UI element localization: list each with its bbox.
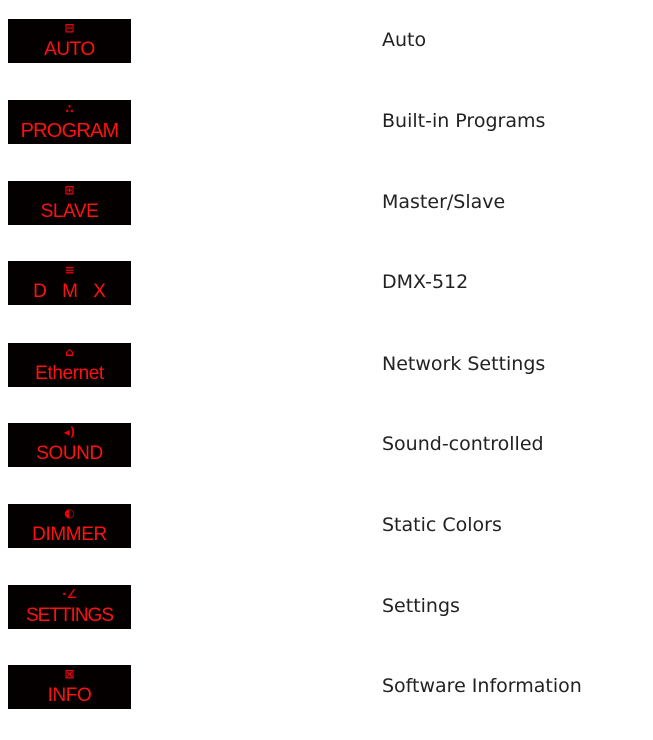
ethernet-icon: ⌂ bbox=[65, 345, 74, 359]
slave-description: Master/Slave bbox=[382, 191, 506, 213]
settings-tile-label: SETTINGS bbox=[25, 605, 114, 626]
auto-button[interactable]: ⊟ AUTO bbox=[8, 19, 131, 63]
menu-item-ethernet: ⌂ Ethernet Network Settings bbox=[0, 343, 653, 387]
dmx-mode-icon: ≡ bbox=[64, 263, 75, 277]
menu-item-dmx: ≡ D M X DMX-512 bbox=[0, 261, 653, 305]
sound-icon: ◂) bbox=[63, 425, 76, 439]
menu-item-auto: ⊟ AUTO Auto bbox=[0, 19, 653, 63]
auto-tile-label: AUTO bbox=[44, 39, 95, 60]
auto-mode-icon: ⊟ bbox=[64, 21, 75, 35]
menu-item-sound: ◂) SOUND Sound-controlled bbox=[0, 423, 653, 467]
info-description: Software Information bbox=[382, 675, 582, 697]
ethernet-tile-label: Ethernet bbox=[35, 363, 104, 384]
sound-button[interactable]: ◂) SOUND bbox=[8, 423, 131, 467]
menu-item-dimmer: ◐ DIMMER Static Colors bbox=[0, 504, 653, 548]
program-description: Built-in Programs bbox=[382, 110, 546, 132]
dmx-description: DMX-512 bbox=[382, 271, 469, 293]
menu-item-info: ⊠ INFO Software Information bbox=[0, 665, 653, 709]
sound-tile-label: SOUND bbox=[36, 443, 103, 464]
dmx-button[interactable]: ≡ D M X bbox=[8, 261, 131, 305]
menu-item-settings: ∙∠ SETTINGS Settings bbox=[0, 585, 653, 629]
dimmer-button[interactable]: ◐ DIMMER bbox=[8, 504, 131, 548]
auto-description: Auto bbox=[382, 29, 427, 51]
ethernet-button[interactable]: ⌂ Ethernet bbox=[8, 343, 131, 387]
sound-description: Sound-controlled bbox=[382, 433, 544, 455]
menu-list: ⊟ AUTO Auto ∴ PROGRAM Built-in Programs … bbox=[0, 0, 653, 740]
settings-description: Settings bbox=[382, 595, 460, 617]
info-icon: ⊠ bbox=[64, 667, 75, 681]
menu-item-slave: ⊞ SLAVE Master/Slave bbox=[0, 181, 653, 225]
program-tile-label: PROGRAM bbox=[20, 120, 120, 142]
program-button[interactable]: ∴ PROGRAM bbox=[8, 100, 131, 144]
dimmer-description: Static Colors bbox=[382, 514, 502, 536]
program-mode-icon: ∴ bbox=[65, 102, 74, 116]
slave-tile-label: SLAVE bbox=[40, 201, 99, 222]
info-button[interactable]: ⊠ INFO bbox=[8, 665, 131, 709]
ethernet-description: Network Settings bbox=[382, 353, 546, 375]
info-tile-label: INFO bbox=[47, 685, 92, 706]
slave-button[interactable]: ⊞ SLAVE bbox=[8, 181, 131, 225]
settings-icon: ∙∠ bbox=[61, 587, 78, 601]
settings-button[interactable]: ∙∠ SETTINGS bbox=[8, 585, 131, 629]
menu-item-program: ∴ PROGRAM Built-in Programs bbox=[0, 100, 653, 144]
dimmer-icon: ◐ bbox=[64, 506, 75, 520]
dimmer-tile-label: DIMMER bbox=[32, 524, 107, 545]
slave-mode-icon: ⊞ bbox=[64, 183, 75, 197]
dmx-tile-label: D M X bbox=[33, 281, 106, 302]
